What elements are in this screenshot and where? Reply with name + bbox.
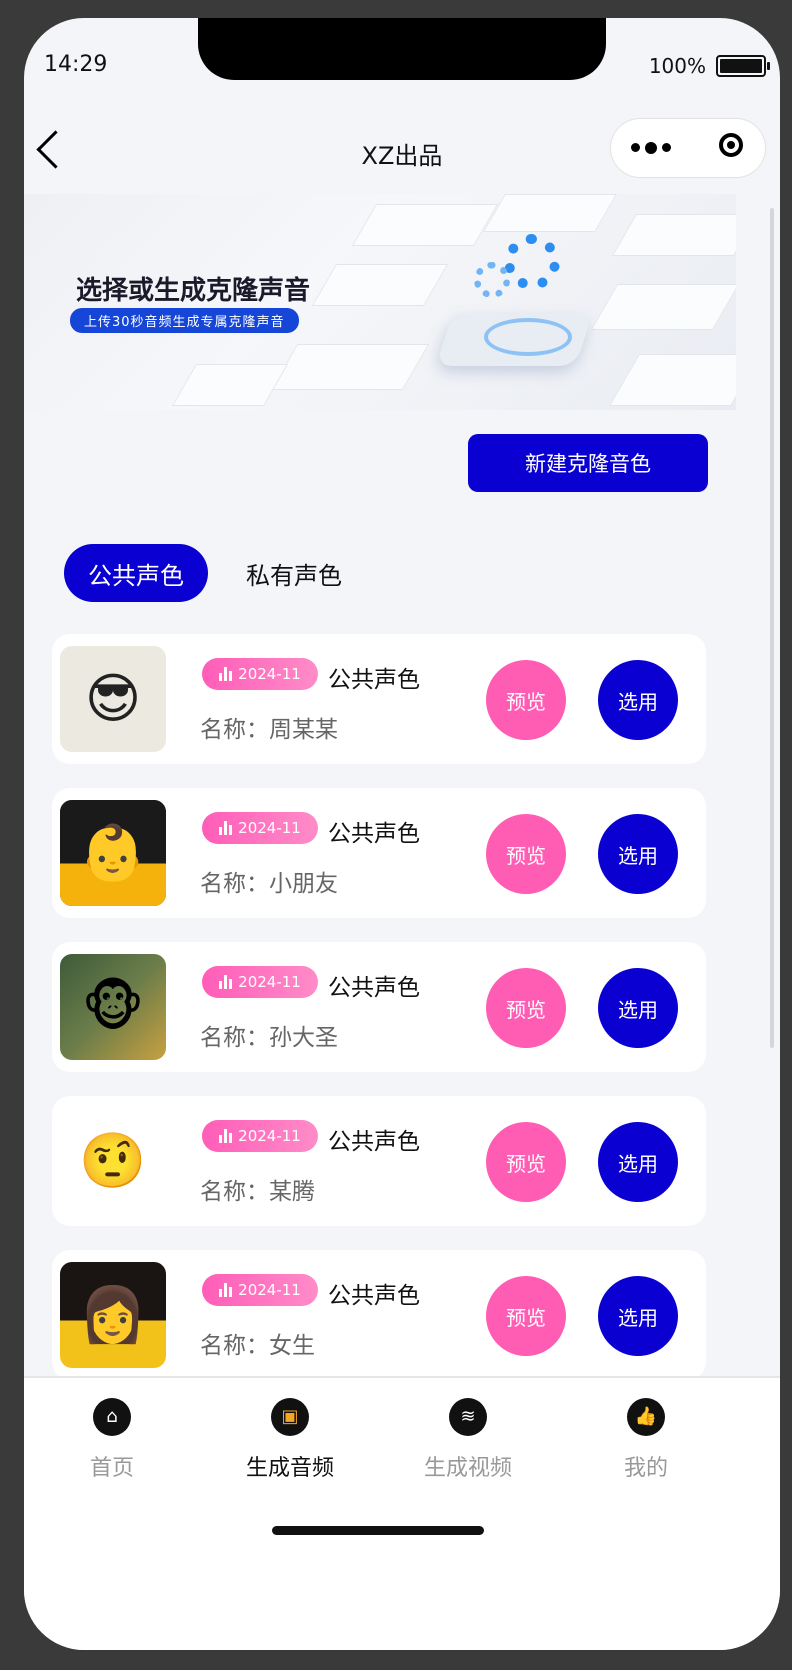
date-badge: 2024-11 bbox=[202, 1120, 318, 1152]
select-button[interactable]: 选用 bbox=[598, 814, 678, 894]
voice-card: 😎 2024-11 公共声色 名称：周某某 预览 选用 bbox=[52, 634, 706, 764]
audio-bars-icon bbox=[219, 667, 233, 681]
date-badge: 2024-11 bbox=[202, 658, 318, 690]
voice-type-label: 公共声色 bbox=[328, 975, 420, 1001]
voice-card: 🤨 2024-11 公共声色 名称：某腾 预览 选用 bbox=[52, 1096, 706, 1226]
scrollbar[interactable] bbox=[770, 208, 774, 1048]
avatar: 👶 bbox=[60, 800, 166, 906]
battery-icon bbox=[716, 55, 770, 77]
tab-label: 生成视频 bbox=[423, 1456, 512, 1481]
audio-bars-icon bbox=[219, 1129, 233, 1143]
banner: 选择或生成克隆声音 上传30秒音频生成专属克隆声音 bbox=[24, 194, 736, 410]
date-badge: 2024-11 bbox=[202, 1274, 318, 1306]
tab-home[interactable]: ⌂ 首页 bbox=[42, 1398, 182, 1482]
select-button[interactable]: 选用 bbox=[598, 968, 678, 1048]
home-indicator[interactable] bbox=[272, 1526, 484, 1535]
thumbs-up-icon: 👍 bbox=[627, 1398, 665, 1436]
home-icon: ⌂ bbox=[93, 1398, 131, 1436]
voice-name-label: 名称：周某某 bbox=[200, 717, 338, 743]
voice-type-label: 公共声色 bbox=[328, 667, 420, 693]
tab-private-voices[interactable]: 私有声色 bbox=[224, 544, 364, 602]
layers-icon: ≋ bbox=[449, 1398, 487, 1436]
tab-mine[interactable]: 👍 我的 bbox=[576, 1398, 716, 1482]
date-badge: 2024-11 bbox=[202, 966, 318, 998]
voice-type-label: 公共声色 bbox=[328, 821, 420, 847]
preview-button[interactable]: 预览 bbox=[486, 968, 566, 1048]
audio-bars-icon bbox=[219, 975, 233, 989]
voice-card: 🐵 2024-11 公共声色 名称：孙大圣 预览 选用 bbox=[52, 942, 706, 1072]
tab-label: 首页 bbox=[89, 1456, 134, 1481]
date-label: 2024-11 bbox=[238, 665, 301, 683]
voice-card: 👩 2024-11 公共声色 名称：女生 预览 选用 bbox=[52, 1250, 706, 1380]
mini-program-capsule bbox=[610, 118, 766, 178]
battery-percent: 100% bbox=[648, 54, 706, 78]
phone-screen: 14:29 100% XZ出品 选择或生成克隆声音 上传30秒音频生成专属克隆声… bbox=[24, 18, 780, 1650]
avatar: 👩 bbox=[60, 1262, 166, 1368]
voice-name-label: 名称：孙大圣 bbox=[200, 1025, 338, 1051]
voice-type-label: 公共声色 bbox=[328, 1129, 420, 1155]
date-label: 2024-11 bbox=[238, 1281, 301, 1299]
status-right: 100% bbox=[648, 54, 770, 78]
banner-title: 选择或生成克隆声音 bbox=[76, 276, 311, 306]
gear-icon bbox=[474, 262, 510, 298]
tab-label: 我的 bbox=[623, 1456, 668, 1481]
avatar: 🤨 bbox=[60, 1108, 166, 1214]
preview-button[interactable]: 预览 bbox=[486, 660, 566, 740]
audio-icon: ▣ bbox=[271, 1398, 309, 1436]
avatar: 🐵 bbox=[60, 954, 166, 1060]
gear-icon bbox=[504, 234, 560, 290]
date-badge: 2024-11 bbox=[202, 812, 318, 844]
voice-name-label: 名称：小朋友 bbox=[200, 871, 338, 897]
bottom-tab-bar: ⌂ 首页 ▣ 生成音频 ≋ 生成视频 👍 我的 bbox=[24, 1376, 780, 1650]
audio-bars-icon bbox=[219, 1283, 233, 1297]
preview-button[interactable]: 预览 bbox=[486, 1276, 566, 1356]
voice-name-label: 名称：女生 bbox=[200, 1333, 315, 1359]
voice-card: 👶 2024-11 公共声色 名称：小朋友 预览 选用 bbox=[52, 788, 706, 918]
more-icon[interactable] bbox=[631, 141, 671, 154]
date-label: 2024-11 bbox=[238, 1127, 301, 1145]
voice-name-label: 名称：某腾 bbox=[200, 1179, 315, 1205]
select-button[interactable]: 选用 bbox=[598, 1276, 678, 1356]
tab-generate-audio[interactable]: ▣ 生成音频 bbox=[220, 1398, 360, 1482]
new-clone-voice-button[interactable]: 新建克隆音色 bbox=[468, 434, 708, 492]
close-mini-program-icon[interactable] bbox=[719, 133, 743, 157]
preview-button[interactable]: 预览 bbox=[486, 814, 566, 894]
select-button[interactable]: 选用 bbox=[598, 1122, 678, 1202]
tab-public-voices[interactable]: 公共声色 bbox=[64, 544, 208, 602]
voice-type-label: 公共声色 bbox=[328, 1283, 420, 1309]
select-button[interactable]: 选用 bbox=[598, 660, 678, 740]
preview-button[interactable]: 预览 bbox=[486, 1122, 566, 1202]
notch bbox=[198, 18, 606, 80]
tab-generate-video[interactable]: ≋ 生成视频 bbox=[398, 1398, 538, 1482]
banner-subtitle: 上传30秒音频生成专属克隆声音 bbox=[70, 308, 299, 333]
status-time: 14:29 bbox=[44, 52, 108, 77]
date-label: 2024-11 bbox=[238, 973, 301, 991]
avatar: 😎 bbox=[60, 646, 166, 752]
audio-bars-icon bbox=[219, 821, 233, 835]
tab-label: 生成音频 bbox=[245, 1456, 334, 1481]
date-label: 2024-11 bbox=[238, 819, 301, 837]
glow-ring bbox=[484, 318, 572, 356]
